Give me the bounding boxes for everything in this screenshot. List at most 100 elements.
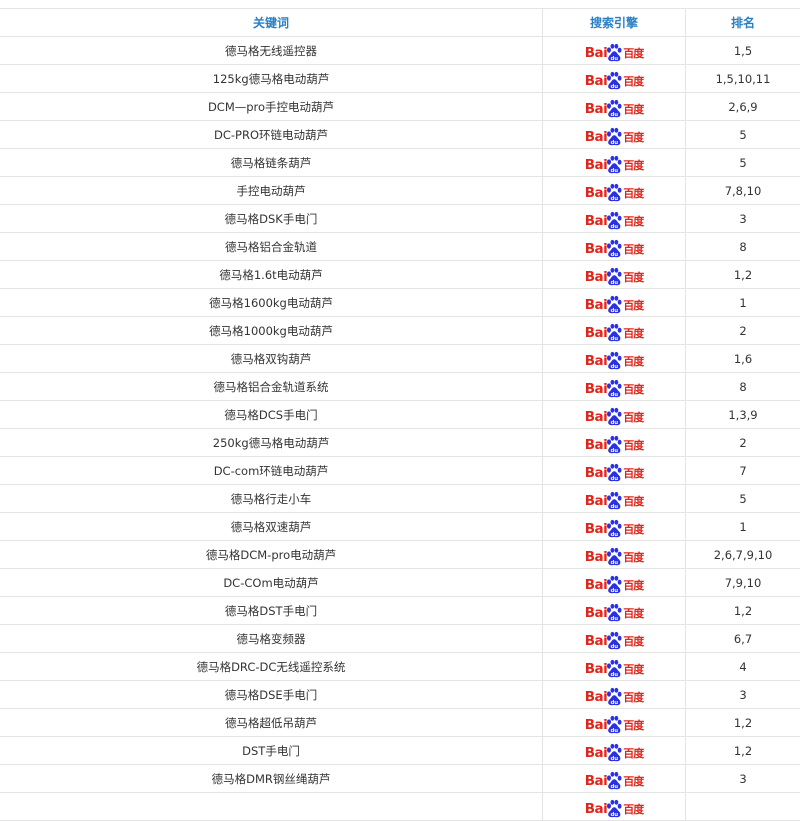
baidu-logo-text-right: 百度 bbox=[623, 409, 643, 425]
baidu-logo-text-left: Bai bbox=[585, 129, 608, 145]
engine-cell: Bai du 百度 bbox=[543, 457, 686, 485]
keyword-cell: 德马格1.6t电动葫芦 bbox=[0, 261, 543, 289]
baidu-logo-text-left: Bai bbox=[585, 801, 608, 817]
baidu-logo-text-right: 百度 bbox=[623, 661, 643, 677]
baidu-logo-text-right: 百度 bbox=[623, 465, 643, 481]
keyword-cell: 德马格双钩葫芦 bbox=[0, 345, 543, 373]
baidu-logo: Bai du 百度 bbox=[585, 98, 644, 120]
baidu-logo: Bai du 百度 bbox=[585, 434, 644, 456]
table-row: 德马格DRC-DC无线遥控系统 Bai du 百度 4 bbox=[0, 653, 800, 681]
keyword-cell: 德马格铝合金轨道 bbox=[0, 233, 543, 261]
baidu-logo: Bai du 百度 bbox=[585, 714, 644, 736]
svg-text:du: du bbox=[611, 251, 619, 257]
svg-text:du: du bbox=[611, 503, 619, 509]
baidu-logo-text-left: Bai bbox=[585, 465, 608, 481]
rank-cell bbox=[686, 793, 800, 821]
baidu-logo-text-right: 百度 bbox=[623, 717, 643, 733]
table-row: 德马格1600kg电动葫芦 Bai du 百度 1 bbox=[0, 289, 800, 317]
baidu-logo-text-right: 百度 bbox=[623, 689, 643, 705]
keyword-cell: 125kg德马格电动葫芦 bbox=[0, 65, 543, 93]
engine-cell: Bai du 百度 bbox=[543, 681, 686, 709]
svg-text:du: du bbox=[611, 559, 619, 565]
keyword-cell: 德马格1000kg电动葫芦 bbox=[0, 317, 543, 345]
baidu-paw-icon: du bbox=[606, 99, 622, 119]
baidu-logo-text-right: 百度 bbox=[623, 269, 643, 285]
baidu-logo: Bai du 百度 bbox=[585, 70, 644, 92]
rank-cell: 2 bbox=[686, 317, 800, 345]
baidu-logo-text-left: Bai bbox=[585, 745, 608, 761]
keyword-cell: 德马格无线遥控器 bbox=[0, 37, 543, 65]
rank-cell: 2,6,7,9,10 bbox=[686, 541, 800, 569]
baidu-logo-text-right: 百度 bbox=[623, 213, 643, 229]
keyword-cell: 德马格DMR钢丝绳葫芦 bbox=[0, 765, 543, 793]
baidu-logo-text-left: Bai bbox=[585, 45, 608, 61]
baidu-paw-icon: du bbox=[606, 323, 622, 343]
baidu-paw-icon: du bbox=[606, 267, 622, 287]
keyword-cell: 德马格DCM-pro电动葫芦 bbox=[0, 541, 543, 569]
svg-text:du: du bbox=[611, 83, 619, 89]
baidu-logo-text-right: 百度 bbox=[623, 353, 643, 369]
baidu-paw-icon: du bbox=[606, 183, 622, 203]
engine-cell: Bai du 百度 bbox=[543, 93, 686, 121]
keyword-cell: 德马格DCS手电门 bbox=[0, 401, 543, 429]
header-keyword: 关键词 bbox=[0, 9, 543, 37]
baidu-logo-text-left: Bai bbox=[585, 577, 608, 593]
engine-cell: Bai du 百度 bbox=[543, 121, 686, 149]
rank-cell: 4 bbox=[686, 653, 800, 681]
engine-cell: Bai du 百度 bbox=[543, 37, 686, 65]
baidu-logo-text-right: 百度 bbox=[623, 73, 643, 89]
rank-cell: 7,8,10 bbox=[686, 177, 800, 205]
baidu-logo: Bai du 百度 bbox=[585, 406, 644, 428]
baidu-logo-text-right: 百度 bbox=[623, 185, 643, 201]
engine-cell: Bai du 百度 bbox=[543, 205, 686, 233]
baidu-logo: Bai du 百度 bbox=[585, 42, 644, 64]
engine-cell: Bai du 百度 bbox=[543, 401, 686, 429]
table-row: 德马格1.6t电动葫芦 Bai du 百度 1,2 bbox=[0, 261, 800, 289]
baidu-logo: Bai du 百度 bbox=[585, 294, 644, 316]
baidu-logo-text-left: Bai bbox=[585, 773, 608, 789]
baidu-logo-text-left: Bai bbox=[585, 213, 608, 229]
baidu-logo: Bai du 百度 bbox=[585, 182, 644, 204]
rank-cell: 1 bbox=[686, 289, 800, 317]
engine-cell: Bai du 百度 bbox=[543, 485, 686, 513]
table-row: DC-COm电动葫芦 Bai du 百度 7,9,10 bbox=[0, 569, 800, 597]
baidu-logo-text-right: 百度 bbox=[623, 437, 643, 453]
engine-cell: Bai du 百度 bbox=[543, 177, 686, 205]
baidu-logo: Bai du 百度 bbox=[585, 602, 644, 624]
svg-text:du: du bbox=[611, 307, 619, 313]
rank-cell: 3 bbox=[686, 681, 800, 709]
baidu-paw-icon: du bbox=[606, 771, 622, 791]
svg-text:du: du bbox=[611, 139, 619, 145]
baidu-logo: Bai du 百度 bbox=[585, 490, 644, 512]
engine-cell: Bai du 百度 bbox=[543, 261, 686, 289]
keyword-cell: 德马格链条葫芦 bbox=[0, 149, 543, 177]
engine-cell: Bai du 百度 bbox=[543, 597, 686, 625]
svg-text:du: du bbox=[611, 811, 619, 817]
baidu-paw-icon: du bbox=[606, 715, 622, 735]
baidu-logo-text-right: 百度 bbox=[623, 801, 643, 817]
baidu-logo: Bai du 百度 bbox=[585, 798, 644, 820]
baidu-logo: Bai du 百度 bbox=[585, 238, 644, 260]
baidu-paw-icon: du bbox=[606, 799, 622, 819]
keyword-cell: 德马格DST手电门 bbox=[0, 597, 543, 625]
baidu-logo-text-left: Bai bbox=[585, 437, 608, 453]
svg-text:du: du bbox=[611, 783, 619, 789]
keyword-cell: 德马格铝合金轨道系统 bbox=[0, 373, 543, 401]
table-row: DCM—pro手控电动葫芦 Bai du 百度 2,6,9 bbox=[0, 93, 800, 121]
engine-cell: Bai du 百度 bbox=[543, 569, 686, 597]
keyword-cell: 德马格DSE手电门 bbox=[0, 681, 543, 709]
rank-cell: 1,5 bbox=[686, 37, 800, 65]
baidu-logo: Bai du 百度 bbox=[585, 630, 644, 652]
rank-cell: 8 bbox=[686, 233, 800, 261]
baidu-logo: Bai du 百度 bbox=[585, 686, 644, 708]
keyword-cell: 德马格变频器 bbox=[0, 625, 543, 653]
svg-text:du: du bbox=[611, 111, 619, 117]
keyword-cell: DC-COm电动葫芦 bbox=[0, 569, 543, 597]
baidu-logo: Bai du 百度 bbox=[585, 378, 644, 400]
keyword-cell: 250kg德马格电动葫芦 bbox=[0, 429, 543, 457]
keyword-cell: 德马格超低吊葫芦 bbox=[0, 709, 543, 737]
engine-cell: Bai du 百度 bbox=[543, 793, 686, 821]
baidu-logo-text-left: Bai bbox=[585, 297, 608, 313]
svg-text:du: du bbox=[611, 55, 619, 61]
keyword-cell: DCM—pro手控电动葫芦 bbox=[0, 93, 543, 121]
